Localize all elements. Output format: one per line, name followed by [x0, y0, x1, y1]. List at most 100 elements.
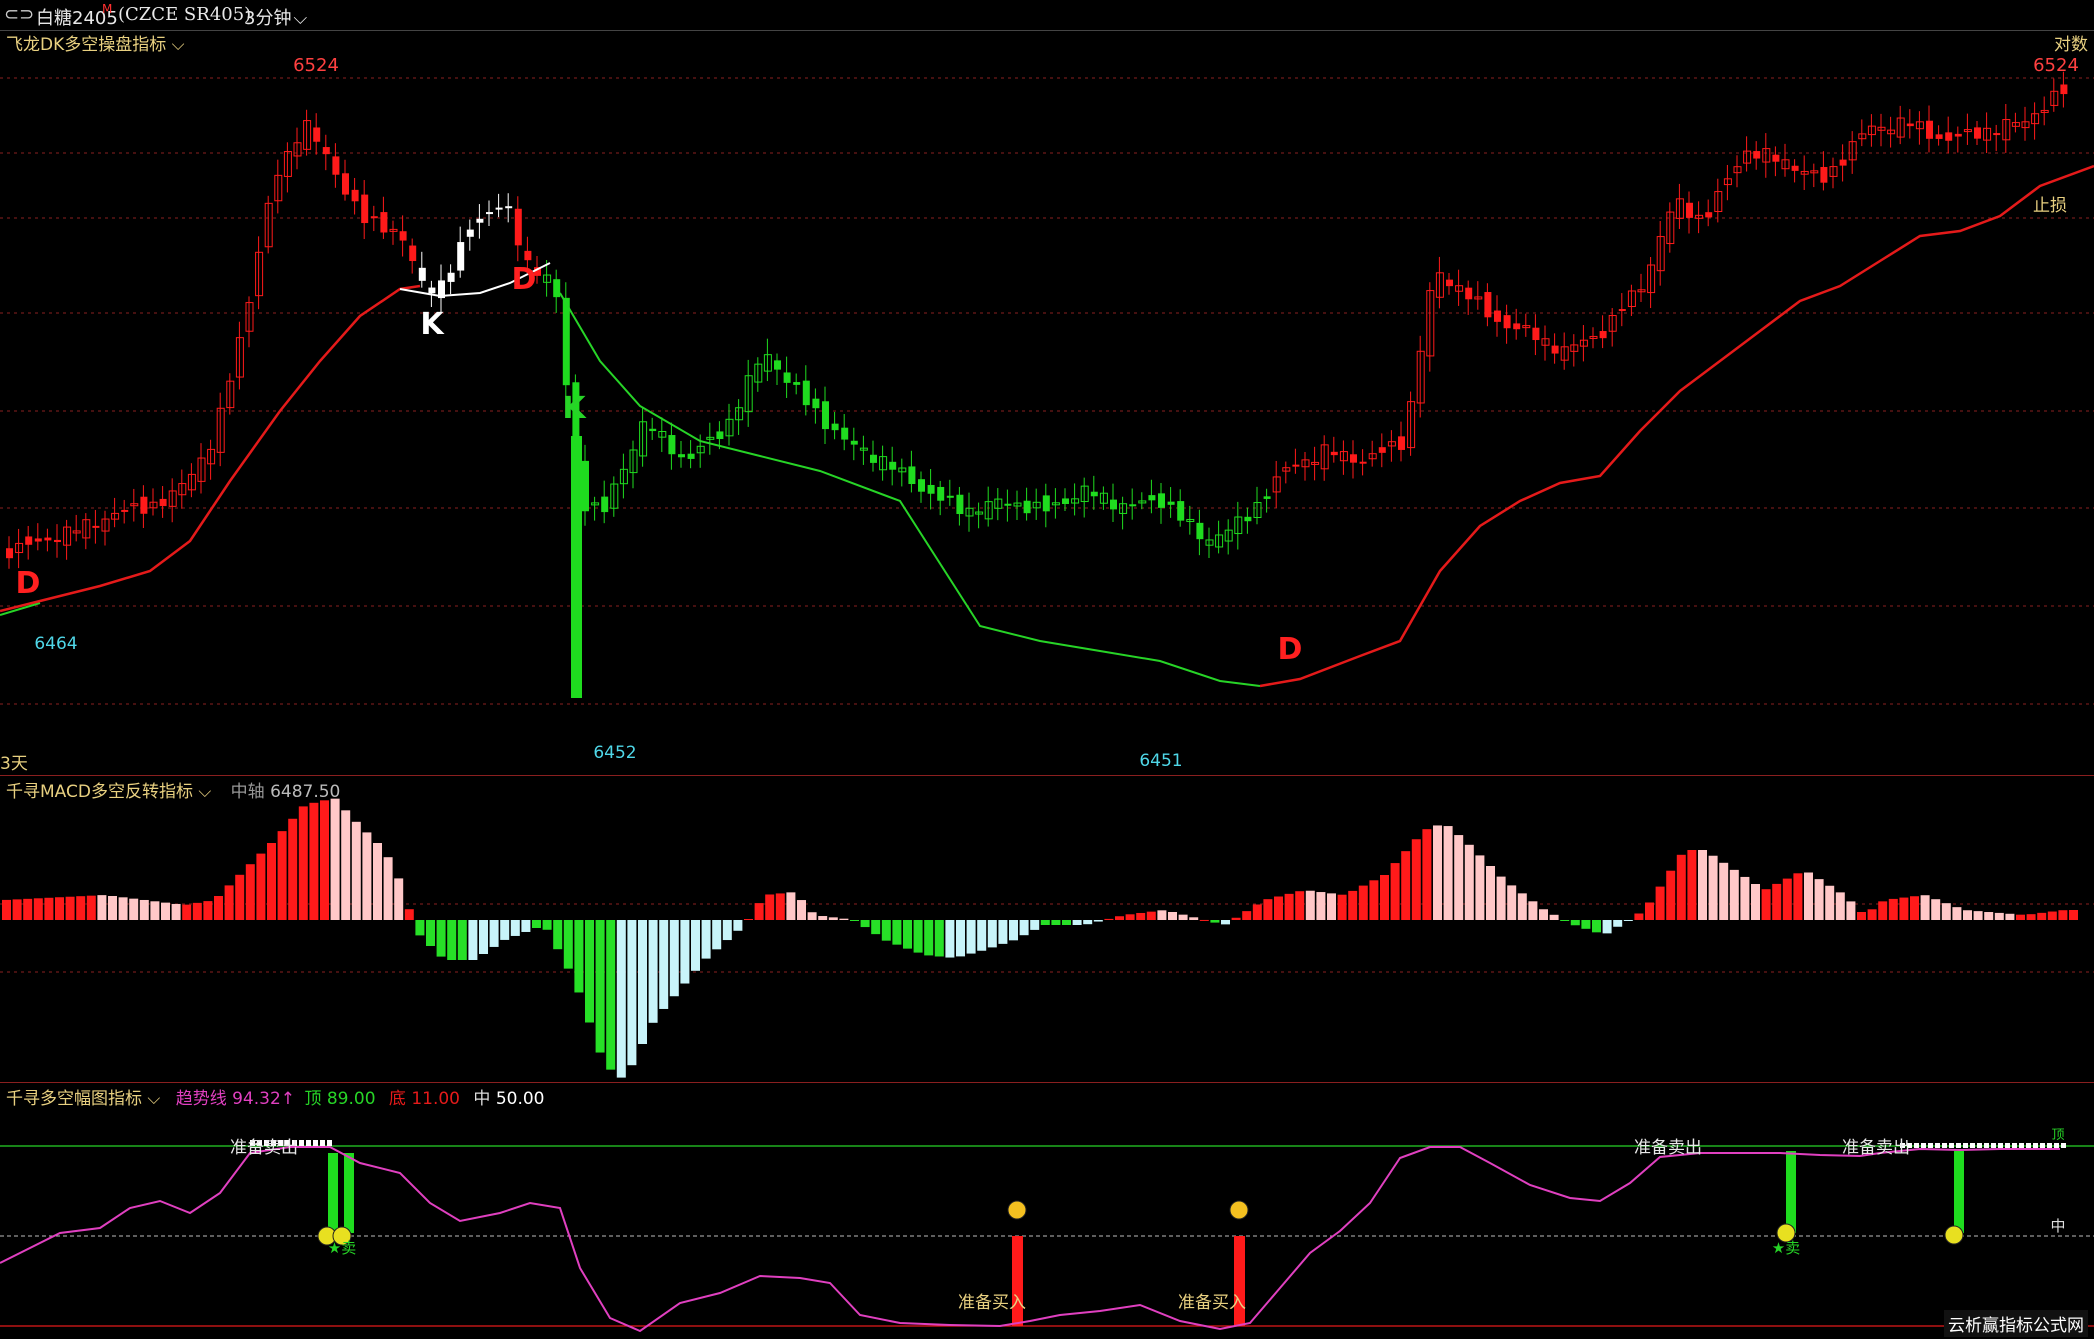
- top-bar: [299, 1140, 304, 1146]
- ready-buy-label: 准备买入: [958, 1293, 1026, 1313]
- candle-body: [649, 428, 657, 432]
- candle-body: [1926, 120, 1933, 139]
- amplitude-chart[interactable]: 准备卖出 准备卖出 准备卖出 准备买入 准备买入 ★卖 ★卖 中 顶: [0, 1083, 2094, 1339]
- macd-bar: [362, 832, 372, 920]
- macd-bar: [1305, 890, 1315, 920]
- macd-bar: [320, 800, 329, 920]
- candlestick-chart[interactable]: 6524 6524 6464 6452 6451 止损 D K D K D: [0, 31, 2094, 775]
- macd-bar: [1284, 893, 1294, 920]
- top-bar: [1949, 1143, 1954, 1148]
- candle-body: [927, 484, 935, 494]
- macd-bar: [1857, 912, 1866, 920]
- candle-body: [1090, 491, 1098, 497]
- candle-body: [1350, 454, 1357, 463]
- candle-body: [1705, 212, 1713, 218]
- candle-body: [1599, 331, 1607, 339]
- macd-bar: [1634, 913, 1644, 920]
- macd-bar: [1358, 885, 1368, 920]
- candle-body: [687, 453, 695, 459]
- candle-body: [399, 231, 407, 241]
- macd-bar: [1920, 895, 1930, 920]
- macd-bar: [171, 903, 181, 920]
- candle-body: [457, 242, 465, 271]
- candle-body: [1330, 451, 1338, 456]
- candle-body: [140, 496, 148, 514]
- candle-body: [1263, 496, 1271, 499]
- top-bar: [1914, 1143, 1919, 1148]
- sell-bar: [1786, 1151, 1796, 1233]
- candlesticks: [6, 71, 2068, 698]
- macd-bar: [966, 920, 976, 954]
- macd-bar: [574, 920, 584, 993]
- ready-sell-label: 准备卖出: [1634, 1138, 1702, 1158]
- candle-body: [1446, 279, 1453, 287]
- macd-bar: [532, 920, 541, 928]
- sell-bar: [344, 1153, 354, 1233]
- candle-body: [668, 435, 676, 455]
- candle-body: [1839, 159, 1847, 166]
- macd-bar: [1931, 899, 1941, 920]
- candle-body: [322, 147, 330, 155]
- signal-d: D: [16, 566, 41, 601]
- macd-bar: [245, 864, 255, 920]
- candle-body: [380, 212, 388, 233]
- macd-bar: [1560, 920, 1570, 921]
- macd-bar: [934, 920, 944, 957]
- macd-bar: [924, 920, 934, 956]
- top-bar: [1963, 1143, 1968, 1148]
- candle-body: [1772, 154, 1780, 162]
- candle-body: [1359, 461, 1367, 464]
- top-bar: [1984, 1143, 1989, 1148]
- candle-body: [1177, 501, 1185, 521]
- devil-icon: [1229, 1200, 1249, 1220]
- macd-bar: [224, 885, 234, 920]
- watermark: 云析赢指标公式网: [1944, 1310, 2088, 1337]
- mid-axis-label: 中: [2050, 1217, 2065, 1235]
- macd-bar: [1825, 885, 1835, 920]
- top-bar: [2061, 1143, 2066, 1148]
- macd-histogram[interactable]: [0, 776, 2094, 1082]
- macd-bar: [1910, 896, 1919, 920]
- support-line-red: [0, 164, 2094, 688]
- macd-bar: [977, 920, 987, 951]
- candle-body: [34, 538, 42, 542]
- period-selector[interactable]: 3分钟 ⌵: [244, 4, 307, 30]
- top-bar: [1942, 1143, 1947, 1148]
- candle-body: [1993, 133, 2001, 136]
- top-bar: [320, 1140, 325, 1146]
- link-icon[interactable]: ⊂⊃: [4, 4, 34, 25]
- candle-body: [486, 212, 493, 215]
- top-bar: [1998, 1143, 2003, 1148]
- macd-bar: [404, 909, 414, 920]
- macd-bar: [1348, 890, 1358, 920]
- candle-body: [1196, 522, 1204, 540]
- candle-body: [831, 423, 839, 431]
- ready-sell-labels: 准备卖出 准备卖出 准备卖出: [230, 1138, 1910, 1158]
- macd-bar: [341, 810, 351, 920]
- macd-bar: [1623, 920, 1633, 921]
- chart-title-bar: ⊂⊃ 白糖2405 M (CZCE SR405) 3分钟 ⌵: [0, 0, 2094, 31]
- candle-body: [802, 380, 810, 406]
- macd-bar: [1846, 901, 1856, 920]
- macd-bar: [1549, 914, 1559, 920]
- macd-bar: [1327, 893, 1336, 920]
- macd-bar: [267, 843, 276, 920]
- candle-body: [409, 245, 417, 262]
- top-bar: [1970, 1143, 1975, 1148]
- top-bar: [1956, 1143, 1961, 1148]
- top-bar: [2047, 1143, 2052, 1148]
- macd-bar: [1782, 878, 1792, 920]
- macd-bar: [1676, 854, 1686, 920]
- macd-bar: [108, 896, 117, 920]
- candle-body: [1042, 495, 1050, 512]
- macd-bar: [288, 818, 298, 920]
- top-bar: [1921, 1143, 1926, 1148]
- price-gridlines: [0, 77, 2094, 705]
- top-bar: [1928, 1143, 1933, 1148]
- signal-d: D: [512, 262, 537, 297]
- high-price-label-right: 6524: [2033, 55, 2079, 76]
- macd-bar: [1517, 893, 1527, 920]
- candle-body: [313, 127, 321, 142]
- ready-sell-label: 准备卖出: [1842, 1138, 1910, 1158]
- candle-body: [571, 436, 582, 698]
